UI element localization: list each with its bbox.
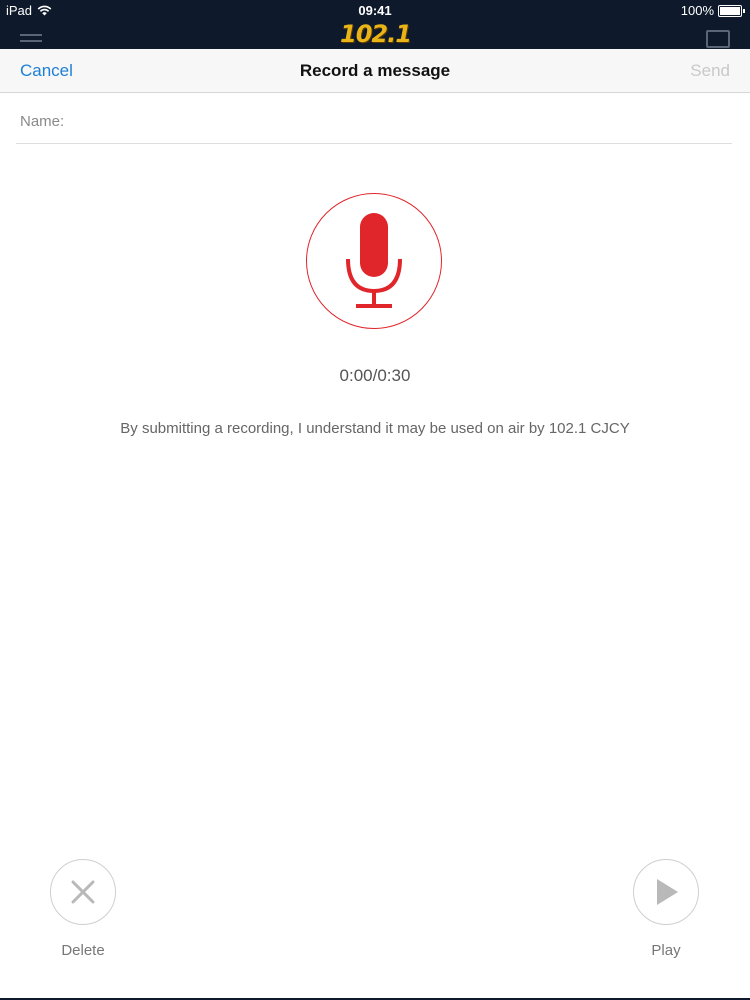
delete-button[interactable] xyxy=(50,859,116,925)
record-message-sheet: Cancel Record a message Send Name: 0:00/… xyxy=(0,49,750,998)
name-label: Name: xyxy=(20,113,65,130)
microphone-icon xyxy=(346,213,402,308)
menu-icon xyxy=(20,34,42,46)
battery-icon xyxy=(718,4,745,17)
status-right: 100% xyxy=(680,3,745,18)
close-icon xyxy=(71,880,95,904)
play-icon xyxy=(657,879,678,905)
navigation-bar: Cancel Record a message Send xyxy=(0,49,750,93)
recording-timer: 0:00/0:30 xyxy=(339,366,411,385)
station-logo: 102.1 xyxy=(340,20,412,48)
page-title: Record a message xyxy=(299,61,451,80)
name-row: Name: xyxy=(16,93,732,144)
name-field[interactable] xyxy=(70,107,724,135)
play-button[interactable] xyxy=(633,859,699,925)
status-time: 09:41 xyxy=(358,3,392,18)
play-label: Play xyxy=(651,942,681,959)
chat-icon xyxy=(706,30,730,48)
disclaimer-text: By submitting a recording, I understand … xyxy=(120,420,630,437)
send-button[interactable]: Send xyxy=(690,61,730,81)
battery-percent: 100% xyxy=(680,3,714,18)
record-button[interactable] xyxy=(306,193,442,329)
status-bar: iPad 09:41 100% xyxy=(0,0,750,22)
delete-label: Delete xyxy=(61,942,105,959)
